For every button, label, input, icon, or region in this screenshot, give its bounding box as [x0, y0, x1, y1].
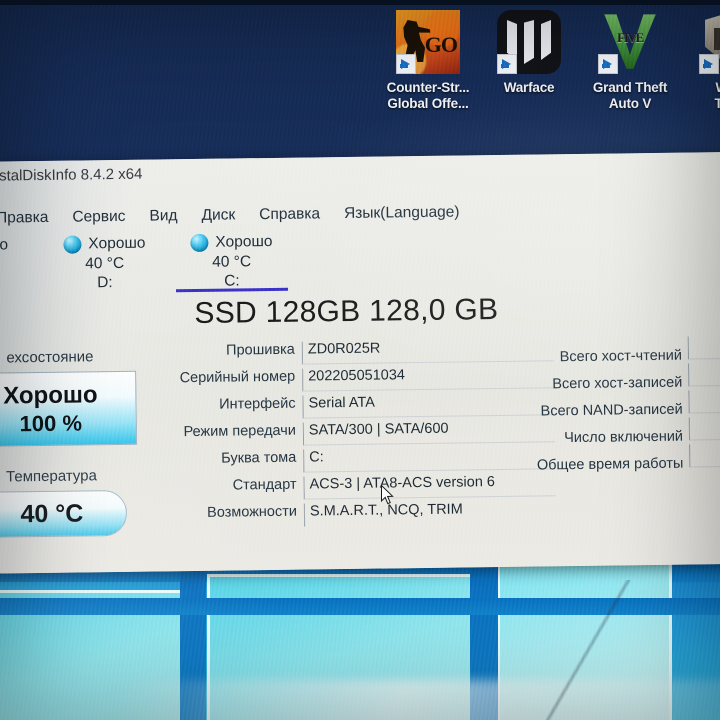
info-label: Возможности — [206, 503, 298, 521]
drive-tab-health: Хорошо — [215, 232, 273, 251]
drive-tab-c[interactable]: Хорошо 40 °C C: — [157, 232, 306, 293]
desktop-icon-label: Grand Theft Auto V — [578, 80, 682, 112]
desktop-icon-row: GO Counter-Str... Global Offe... Warface — [0, 0, 720, 150]
stats-row-host-reads: Всего хост-чтений — [524, 335, 720, 366]
menu-item-help[interactable]: Справка — [259, 205, 320, 224]
desktop-icon-label: Wo... Tan... — [679, 80, 720, 112]
menu-item-language[interactable]: Язык(Language) — [344, 204, 460, 224]
stats-value-host-writes[interactable] — [688, 362, 720, 387]
health-led-icon — [190, 233, 209, 253]
temperature-value-text: 40 °C — [20, 498, 84, 528]
drive-tab-temp: 40 °C — [85, 254, 125, 273]
info-label: Интерфейс — [219, 395, 296, 413]
health-percent-text: 100 % — [19, 409, 83, 436]
health-status-box[interactable]: Хорошо 100 % — [0, 370, 138, 448]
stats-label: Число включений — [564, 428, 684, 447]
temperature-section-label: Температура — [5, 467, 97, 486]
drive-tab-letter: D: — [97, 274, 113, 292]
shortcut-arrow-icon — [699, 54, 719, 74]
info-value-interface[interactable]: Serial ATA — [302, 392, 555, 419]
menu-item-view[interactable]: Вид — [149, 207, 177, 225]
info-label: Буква тома — [221, 449, 297, 467]
drive-tab-strip: рошо 6 °C E: Хорошо 40 °C D: Хорошо 40 °… — [0, 226, 720, 294]
info-label: Стандарт — [232, 476, 297, 494]
stats-row-power-on-hours: Общее время работы — [525, 443, 720, 474]
drive-tab-health: рошо — [0, 236, 9, 254]
icon-label-line1: Counter-Str... — [386, 80, 470, 95]
info-label: Прошивка — [226, 341, 295, 359]
drive-tab-health: Хорошо — [88, 234, 146, 253]
stats-label: Всего хост-записей — [552, 374, 683, 393]
screen-scratch — [500, 580, 680, 720]
info-row-features: Возможности S.M.A.R.T., NCQ, TRIM — [152, 500, 557, 532]
info-value-standard[interactable]: ACS-3 | ATA8-ACS version 6 — [303, 473, 556, 500]
info-value-firmware[interactable]: ZD0R025R — [301, 338, 554, 365]
warface-icon — [497, 10, 561, 74]
icon-label-line1: Grand Theft — [592, 80, 668, 95]
crystaldiskinfo-window[interactable]: ystalDiskInfo 8.4.2 x64 Правка Сервис Ви… — [0, 151, 720, 575]
stats-value-host-reads[interactable] — [687, 335, 720, 360]
windows-wallpaper[interactable] — [0, 560, 720, 720]
menu-item-disk[interactable]: Диск — [201, 206, 235, 224]
world-of-tanks-icon — [699, 10, 720, 74]
stats-row-nand-writes: Всего NAND-записей — [524, 389, 720, 420]
stats-row-host-writes: Всего хост-записей — [524, 362, 720, 393]
info-label: Серийный номер — [179, 368, 296, 387]
health-led-icon — [63, 235, 82, 254]
health-section-label: ехсостояние — [6, 348, 94, 367]
csgo-icon: GO — [396, 10, 460, 74]
monitor-photo: GO Counter-Str... Global Offe... Warface — [0, 0, 720, 720]
window-title: ystalDiskInfo 8.4.2 x64 — [0, 165, 143, 185]
desktop-icon-counter-strike[interactable]: GO Counter-Str... Global Offe... — [376, 10, 480, 112]
info-value-features[interactable]: S.M.A.R.T., NCQ, TRIM — [303, 500, 557, 527]
info-label: Режим передачи — [183, 422, 296, 441]
icon-label-line2: Global Offe... — [387, 96, 469, 111]
stats-value-power-on-count[interactable] — [688, 416, 720, 441]
desktop-icon-label: Warface — [477, 80, 581, 96]
icon-label-line1: Warface — [503, 80, 555, 95]
health-status-text: Хорошо — [3, 380, 98, 410]
monitor-bezel-top — [0, 0, 720, 5]
menu-item-edit[interactable]: Правка — [0, 209, 49, 228]
gta-v-icon: FIVE — [598, 10, 662, 74]
stats-label: Всего хост-чтений — [559, 347, 683, 366]
desktop-icon-world-of-tanks[interactable]: Wo... Tan... — [679, 10, 720, 112]
shortcut-arrow-icon — [396, 54, 416, 74]
info-value-transfer-mode[interactable]: SATA/300 | SATA/600 — [302, 419, 556, 446]
disk-info-table: Прошивка ZD0R025R Серийный номер 2022050… — [150, 338, 557, 532]
drive-tab-temp: 40 °C — [212, 253, 252, 271]
desktop-icon-label: Counter-Str... Global Offe... — [376, 80, 480, 112]
temperature-box[interactable]: 40 °C — [0, 489, 128, 538]
stats-value-nand-writes[interactable] — [688, 389, 720, 414]
disk-stats-table: Всего хост-чтений Всего хост-записей Все… — [524, 335, 720, 474]
stats-row-power-on-count: Число включений — [525, 416, 720, 447]
info-value-serial[interactable]: 202205051034 — [302, 365, 555, 392]
stats-label: Всего NAND-записей — [540, 401, 683, 420]
desktop-icon-warface[interactable]: Warface — [477, 10, 581, 96]
desktop-icon-gta-v[interactable]: FIVE Grand Theft Auto V — [578, 10, 682, 112]
icon-label-line1: Wo... — [716, 80, 720, 95]
shortcut-arrow-icon — [497, 54, 517, 74]
stats-value-power-on-hours[interactable] — [689, 443, 720, 468]
mouse-cursor-icon — [381, 485, 394, 505]
stats-label: Общее время работы — [536, 455, 684, 474]
icon-label-line2: Tan... — [714, 96, 720, 111]
icon-label-line2: Auto V — [608, 96, 652, 111]
menu-item-service[interactable]: Сервис — [72, 208, 125, 227]
health-temperature-panel: ехсостояние Хорошо 100 % Температура 40 … — [0, 348, 142, 538]
info-value-drive-letter[interactable]: C: — [303, 446, 556, 473]
shortcut-arrow-icon — [598, 54, 618, 74]
